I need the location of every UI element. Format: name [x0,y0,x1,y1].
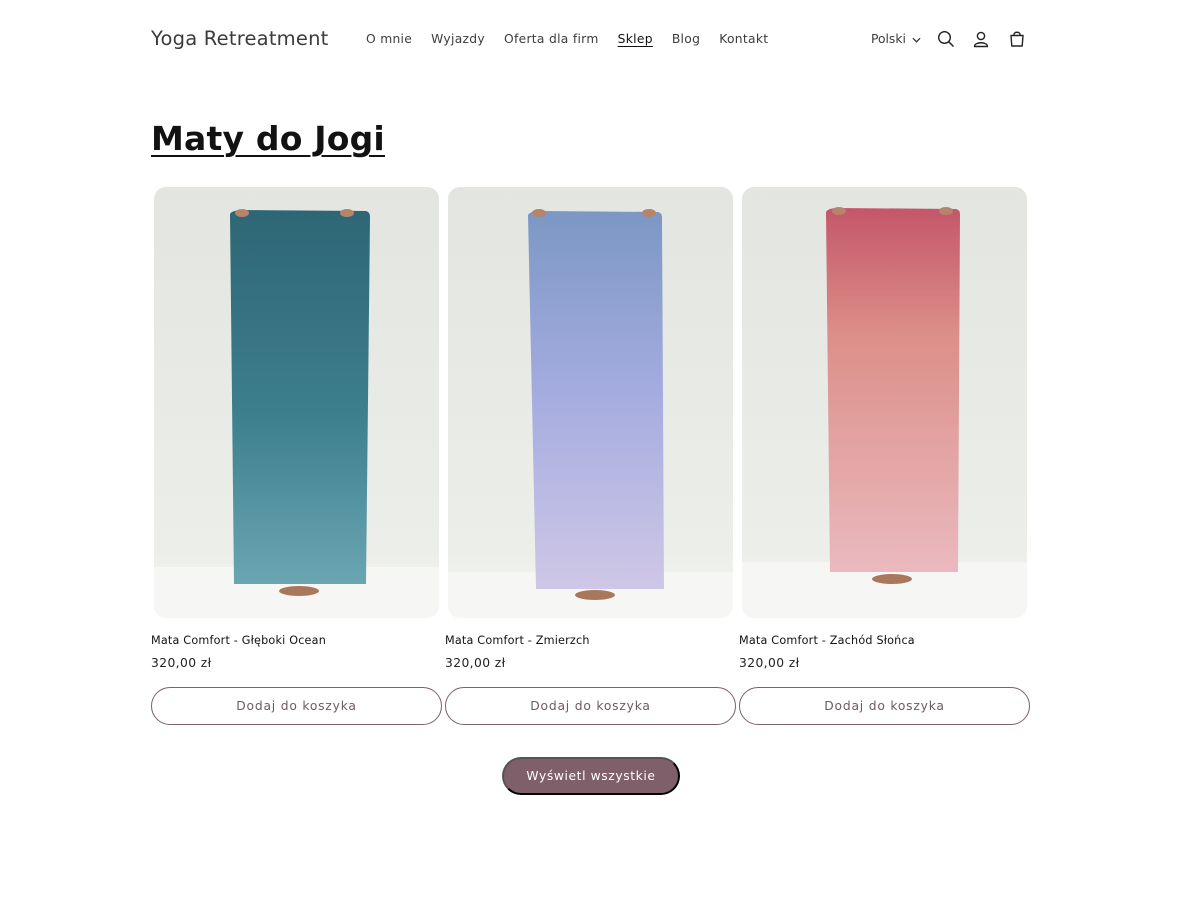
product-image[interactable] [154,187,439,618]
product-price: 320,00 zł [445,656,506,670]
product-image[interactable] [448,187,733,618]
account-icon[interactable] [971,29,991,49]
product-name[interactable]: Mata Comfort - Głęboki Ocean [151,634,326,647]
product-price: 320,00 zł [151,656,212,670]
product-price: 320,00 zł [739,656,800,670]
product-name[interactable]: Mata Comfort - Zmierzch [445,634,590,647]
nav-item-oferta-dla-firm[interactable]: Oferta dla firm [504,32,599,46]
product-image[interactable] [742,187,1027,618]
main-nav: O mnie Wyjazdy Oferta dla firm Sklep Blo… [366,32,768,46]
site-logo[interactable]: Yoga Retreatment [151,27,328,50]
nav-item-wyjazdy[interactable]: Wyjazdy [431,32,485,46]
nav-item-o-mnie[interactable]: O mnie [366,32,412,46]
chevron-down-icon [912,32,921,46]
view-all-button[interactable]: Wyświetl wszystkie [502,757,680,795]
product-name[interactable]: Mata Comfort - Zachód Słońca [739,634,915,647]
add-to-cart-button[interactable]: Dodaj do koszyka [151,687,442,725]
language-label: Polski [871,32,906,46]
site-header: Yoga Retreatment O mnie Wyjazdy Oferta d… [0,0,1182,80]
nav-item-blog[interactable]: Blog [672,32,700,46]
cart-icon[interactable] [1007,29,1027,49]
language-selector[interactable]: Polski [871,32,921,46]
nav-item-sklep[interactable]: Sklep [618,32,653,46]
collection-title[interactable]: Maty do Jogi [151,119,385,158]
search-icon[interactable] [936,29,956,49]
nav-item-kontakt[interactable]: Kontakt [719,32,768,46]
add-to-cart-button[interactable]: Dodaj do koszyka [739,687,1030,725]
add-to-cart-button[interactable]: Dodaj do koszyka [445,687,736,725]
